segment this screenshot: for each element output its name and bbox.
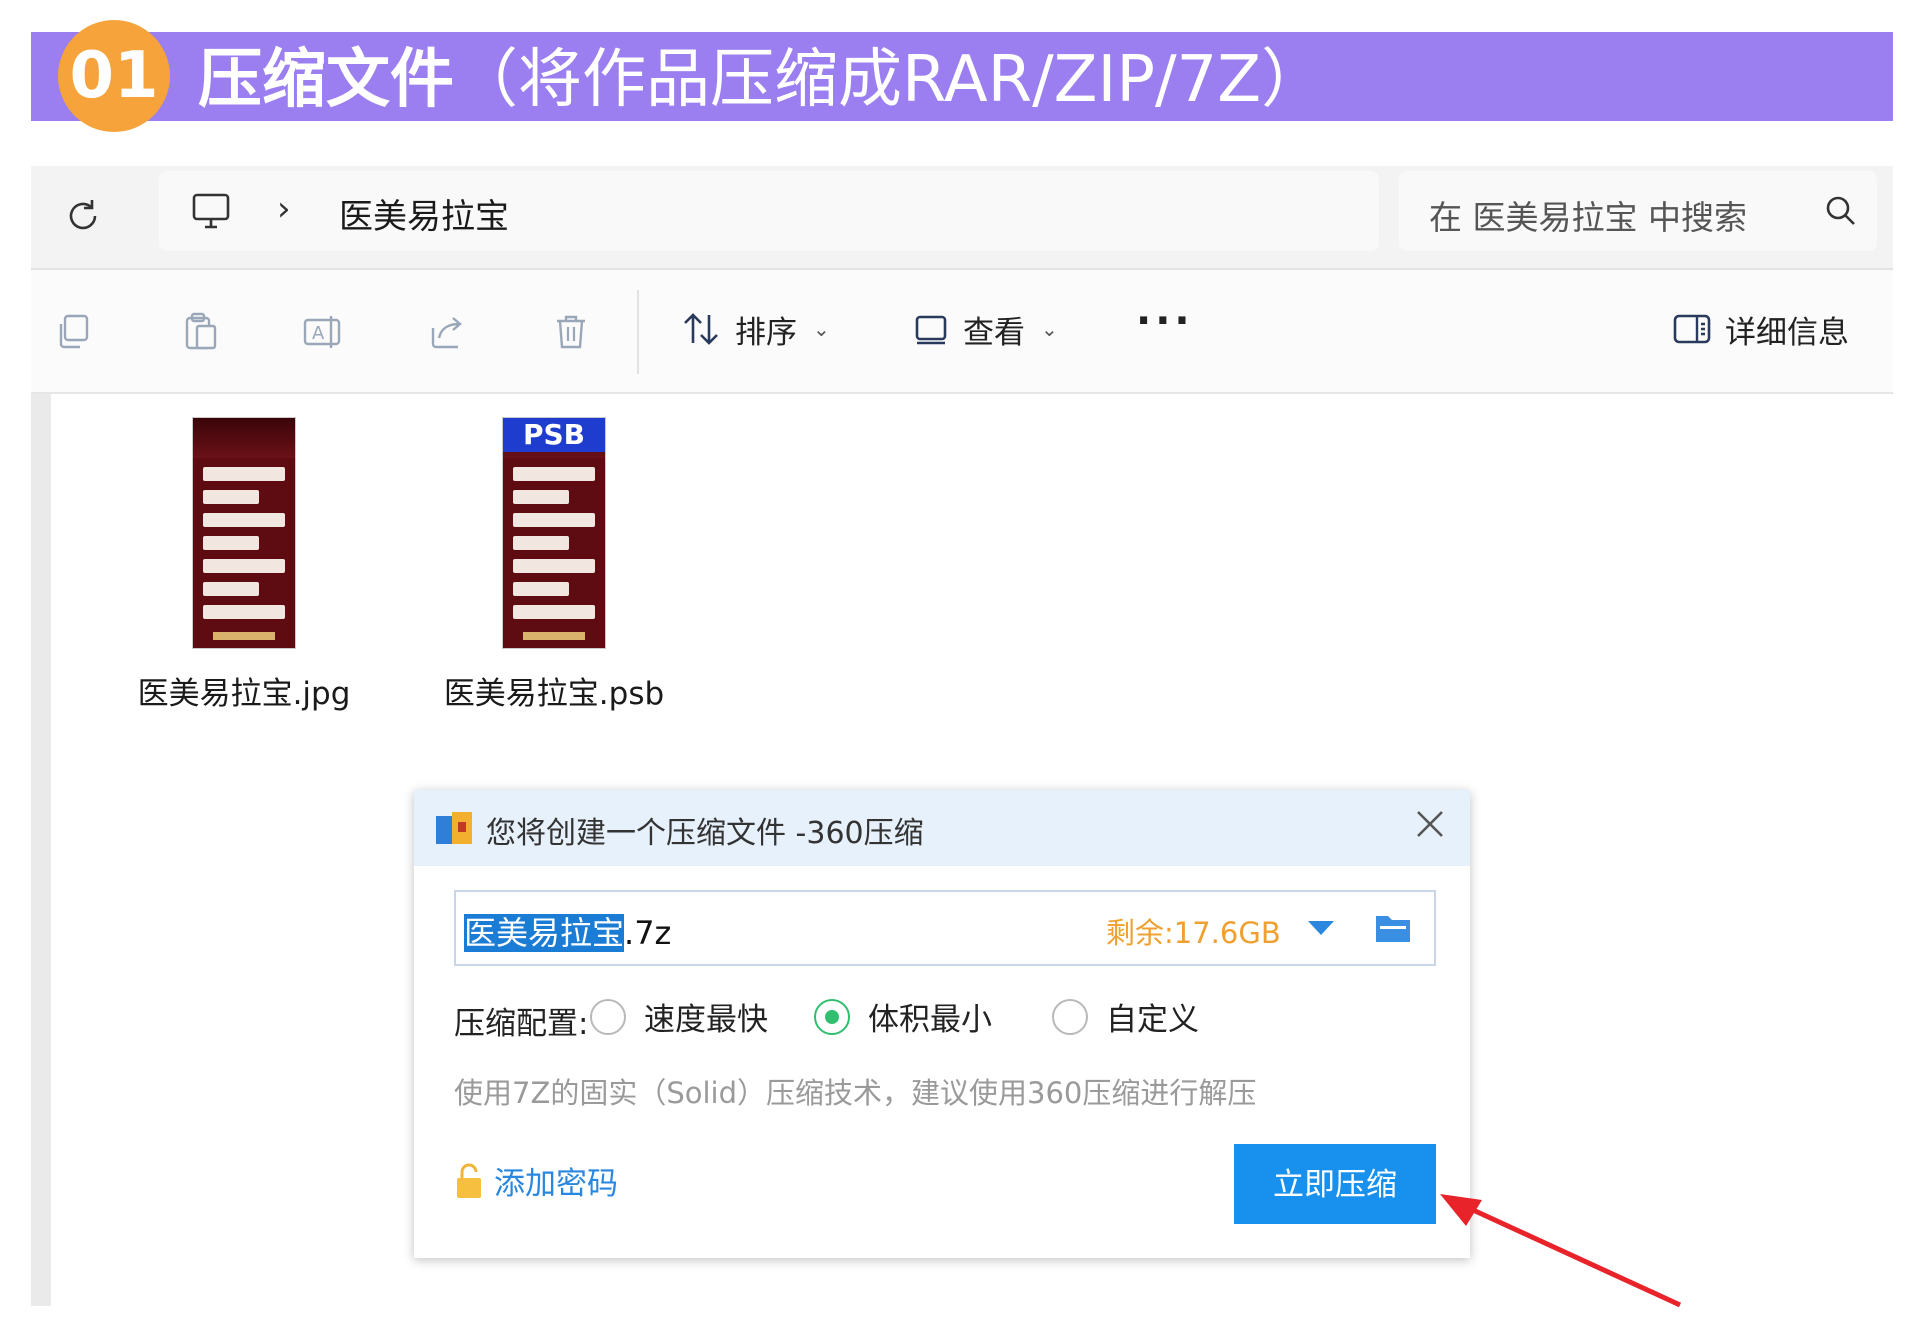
step-number-badge: 01 — [58, 20, 170, 132]
dropdown-arrow-icon[interactable] — [1306, 918, 1336, 938]
360-zip-app-icon — [436, 812, 472, 844]
radio-fastest[interactable]: 速度最快 — [590, 994, 768, 1039]
radio-circle[interactable] — [1052, 998, 1088, 1035]
image-thumbnail — [193, 418, 295, 648]
sort-button[interactable]: 排序 ⌄ — [679, 304, 830, 354]
search-input[interactable]: 在 医美易拉宝 中搜索 — [1429, 191, 1747, 239]
file-item[interactable]: 医美易拉宝.jpg — [129, 418, 359, 713]
radio-circle[interactable] — [590, 998, 626, 1035]
selected-file-name: 医美易拉宝 — [464, 914, 625, 952]
view-icon — [915, 315, 947, 345]
navigation-pane-edge — [31, 394, 51, 1306]
radio-custom[interactable]: 自定义 — [1052, 994, 1199, 1039]
view-label: 查看 — [963, 314, 1025, 351]
lock-icon — [457, 1163, 481, 1198]
refresh-icon[interactable] — [61, 194, 105, 238]
svg-text:A: A — [312, 323, 325, 344]
add-password-label: 添加密码 — [494, 1166, 618, 1202]
radio-smallest[interactable]: 体积最小 — [814, 994, 992, 1039]
radio-label: 自定义 — [1106, 1002, 1199, 1038]
compression-hint: 使用7Z的固实（Solid）压缩技术，建议使用360压缩进行解压 — [454, 1076, 1257, 1110]
address-bar[interactable]: › 医美易拉宝 — [159, 171, 1379, 251]
toolbar-divider — [637, 290, 639, 374]
psb-badge: PSB — [503, 418, 605, 452]
share-icon[interactable] — [425, 310, 469, 354]
search-icon[interactable] — [1823, 193, 1859, 229]
step-title-sub: （将作品压缩成RAR/ZIP/7Z） — [454, 43, 1326, 117]
radio-label: 体积最小 — [868, 1002, 992, 1038]
dialog-title-bar: 您将创建一个压缩文件 -360压缩 — [414, 790, 1470, 866]
annotation-arrow-icon — [1440, 1194, 1682, 1308]
archive-file-name: 医美易拉宝.7z — [464, 908, 671, 954]
radio-label: 速度最快 — [644, 1002, 768, 1038]
radio-circle-selected[interactable] — [814, 998, 850, 1035]
file-name: 医美易拉宝.psb — [443, 676, 665, 712]
view-button[interactable]: 查看 ⌄ — [911, 304, 1058, 354]
browse-folder-icon[interactable] — [1374, 910, 1412, 944]
compression-config-label: 压缩配置: — [454, 1006, 589, 1042]
create-archive-dialog: 您将创建一个压缩文件 -360压缩 医美易拉宝.7z 剩余:17.6GB 压缩配… — [414, 790, 1470, 1258]
archive-name-input[interactable]: 医美易拉宝.7z 剩余:17.6GB — [454, 890, 1436, 966]
archive-extension: .7z — [624, 914, 672, 952]
free-space-label: 剩余:17.6GB — [1106, 916, 1281, 950]
details-pane-button[interactable]: 详细信息 — [1671, 304, 1849, 354]
paste-icon[interactable] — [179, 310, 223, 354]
rename-icon[interactable]: A — [301, 310, 345, 354]
chevron-right-icon[interactable]: › — [277, 189, 291, 229]
this-pc-icon — [192, 193, 230, 229]
compress-now-button[interactable]: 立即压缩 — [1234, 1144, 1436, 1224]
search-box[interactable]: 在 医美易拉宝 中搜索 — [1399, 171, 1877, 251]
psb-thumbnail: PSB — [503, 418, 605, 648]
details-label: 详细信息 — [1725, 314, 1849, 351]
step-title: 压缩文件（将作品压缩成RAR/ZIP/7Z） — [198, 40, 1325, 120]
sort-icon — [684, 313, 718, 345]
file-name: 医美易拉宝.jpg — [137, 676, 351, 712]
breadcrumb-folder[interactable]: 医美易拉宝 — [339, 189, 509, 238]
copy-icon[interactable] — [51, 310, 95, 354]
sort-label: 排序 — [735, 314, 797, 351]
address-bar-row: › 医美易拉宝 在 医美易拉宝 中搜索 — [31, 166, 1893, 270]
file-item[interactable]: PSB 医美易拉宝.psb — [439, 418, 669, 713]
dialog-title: 您将创建一个压缩文件 -360压缩 — [486, 816, 924, 851]
command-bar: A 排序 ⌄ 查看 ⌄ ··· 详细信息 — [31, 270, 1893, 394]
chevron-down-icon: ⌄ — [813, 317, 830, 341]
delete-icon[interactable] — [549, 310, 593, 354]
more-options-button[interactable]: ··· — [1136, 298, 1194, 344]
close-icon[interactable] — [1410, 804, 1450, 844]
chevron-down-icon: ⌄ — [1041, 317, 1058, 341]
add-password-link[interactable]: 添加密码 — [454, 1158, 618, 1203]
details-pane-icon — [1673, 314, 1711, 344]
step-title-main: 压缩文件 — [198, 43, 454, 117]
